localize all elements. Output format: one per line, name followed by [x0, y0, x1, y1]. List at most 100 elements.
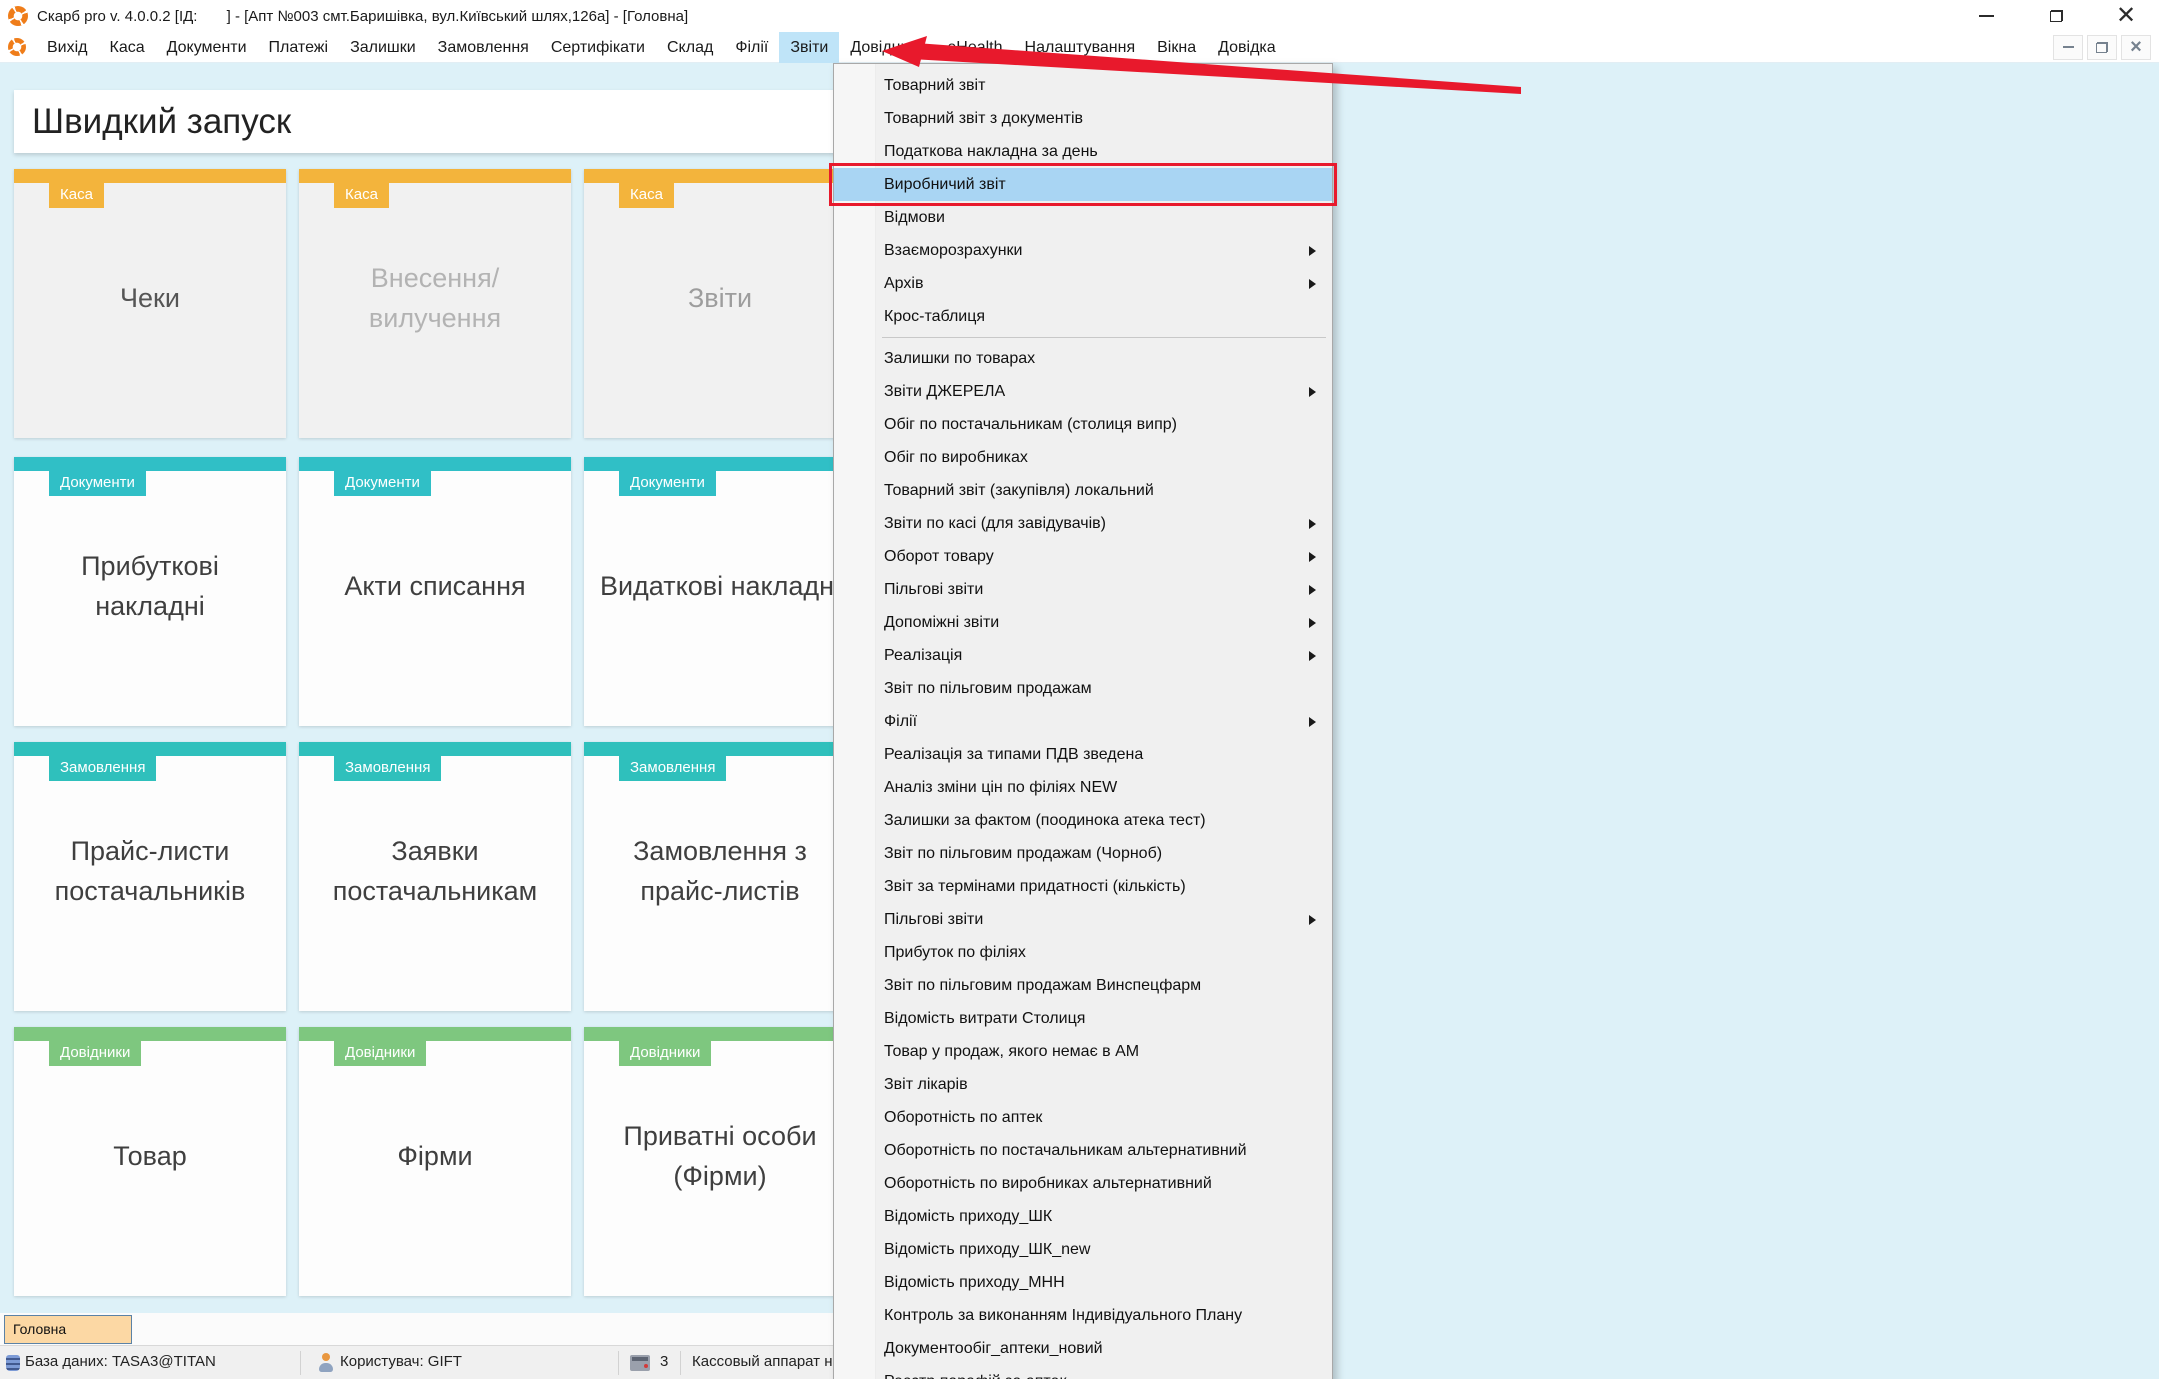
reports-menu-item[interactable]: Залишки за фактом (поодинока атека тест)	[834, 804, 1332, 837]
menubar-item-ehealth[interactable]: eHealth	[936, 32, 1013, 63]
quick-launch-tile[interactable]: ДовідникиТовар	[14, 1027, 286, 1296]
menu-separator	[834, 333, 1332, 342]
reports-menu-item[interactable]: Аналіз зміни цін по філіях NEW	[834, 771, 1332, 804]
menubar-item-cash[interactable]: Каса	[99, 32, 156, 63]
tile-label: Чеки	[28, 183, 272, 414]
tile-category-bar	[584, 457, 856, 471]
cash-register-count: 3	[660, 1353, 668, 1370]
quick-launch-tile[interactable]: ЗамовленняЗаявки постачальникам	[299, 742, 571, 1011]
quick-launch-tile[interactable]: ЗамовленняПрайс-листи постачальників	[14, 742, 286, 1011]
reports-menu-item[interactable]: Залишки по товарах	[834, 342, 1332, 375]
mdi-window-controls: ×	[2053, 35, 2159, 60]
reports-menu-item[interactable]: Відомість приходу_ШК_new	[834, 1233, 1332, 1266]
menubar-item-settings[interactable]: Налаштування	[1014, 32, 1147, 63]
reports-menu-item[interactable]: Реалізація за типами ПДВ зведена	[834, 738, 1332, 771]
quick-launch-tile[interactable]: КасаЗвіти	[584, 169, 856, 438]
reports-menu-item[interactable]: Товарний звіт з документів	[834, 102, 1332, 135]
app-logo-icon	[8, 6, 28, 26]
reports-menu-item[interactable]: Оборотність по аптек	[834, 1101, 1332, 1134]
reports-menu-item[interactable]: Товарний звіт (закупівля) локальний	[834, 474, 1332, 507]
quick-launch-tile[interactable]: ДовідникиПриватні особи (Фірми)	[584, 1027, 856, 1296]
reports-menu-item[interactable]: Прибуток по філіях	[834, 936, 1332, 969]
reports-menu-item[interactable]: Реєстр парафій за аптек	[834, 1365, 1332, 1379]
menubar-item-help[interactable]: Довідка	[1207, 32, 1287, 63]
reports-menu-item[interactable]: Взаєморозрахунки	[834, 234, 1332, 267]
quick-launch-tile[interactable]: КасаЧеки	[14, 169, 286, 438]
menubar-item-orders[interactable]: Замовлення	[427, 32, 540, 63]
window-controls: ✕	[1977, 0, 2135, 32]
quick-launch-tile[interactable]: КасаВнесення/вилучення	[299, 169, 571, 438]
reports-menu-item-selected[interactable]: Виробничий звіт	[834, 168, 1332, 201]
cash-register-status: Кассовый аппарат не	[692, 1353, 841, 1370]
mdi-minimize-button[interactable]	[2053, 35, 2083, 60]
tile-label: Прибуткові накладні	[28, 471, 272, 702]
reports-menu-item[interactable]: Податкова накладна за день	[834, 135, 1332, 168]
reports-menu-item[interactable]: Товарний звіт	[834, 69, 1332, 102]
mdi-restore-button[interactable]	[2087, 35, 2117, 60]
quick-launch-tile[interactable]: ДокументиАкти списання	[299, 457, 571, 726]
tile-label: Звіти	[598, 183, 842, 414]
menu-bar-items: ВихідКасаДокументиПлатежіЗалишкиЗамовлен…	[36, 32, 1287, 63]
submenu-arrow-icon	[1309, 246, 1316, 256]
reports-menu-item[interactable]: Відомість витрати Столиця	[834, 1002, 1332, 1035]
tile-category-bar	[584, 742, 856, 756]
menubar-item-payments[interactable]: Платежі	[258, 32, 340, 63]
statusbar-separator	[300, 1351, 301, 1375]
user-status: Користувач: GIFT	[340, 1353, 462, 1370]
close-button[interactable]: ✕	[2117, 5, 2135, 27]
menubar-item-exit[interactable]: Вихід	[36, 32, 99, 63]
reports-menu-item[interactable]: Звіти ДЖЕРЕЛА	[834, 375, 1332, 408]
app-logo-icon	[8, 38, 26, 56]
tile-label: Видаткові накладні	[598, 471, 842, 702]
restore-button[interactable]	[2047, 5, 2065, 27]
menubar-item-stocks[interactable]: Залишки	[339, 32, 427, 63]
database-status: База даних: TASA3@TITAN	[25, 1353, 216, 1370]
reports-menu-item[interactable]: Пільгові звіти	[834, 573, 1332, 606]
reports-menu-item[interactable]: Документообіг_аптеки_новий	[834, 1332, 1332, 1365]
menubar-item-reports[interactable]: Звіти	[779, 32, 839, 63]
tab-holovna[interactable]: Головна	[4, 1315, 132, 1344]
quick-launch-tile[interactable]: ДокументиПрибуткові накладні	[14, 457, 286, 726]
reports-menu-item[interactable]: Реалізація	[834, 639, 1332, 672]
quick-launch-tile[interactable]: ДовідникиФірми	[299, 1027, 571, 1296]
reports-menu-item[interactable]: Звіт по пільговим продажам (Чорноб)	[834, 837, 1332, 870]
submenu-arrow-icon	[1309, 717, 1316, 727]
minimize-icon	[2063, 46, 2074, 48]
tile-label: Фірми	[313, 1041, 557, 1272]
reports-menu-item[interactable]: Обіг по постачальникам (столиця випр)	[834, 408, 1332, 441]
menubar-item-windows[interactable]: Вікна	[1146, 32, 1207, 63]
reports-menu-item[interactable]: Звіт по пільговим продажам Винспецфарм	[834, 969, 1332, 1002]
reports-menu-item[interactable]: Звіт лікарів	[834, 1068, 1332, 1101]
reports-menu-item[interactable]: Звіт по пільговим продажам	[834, 672, 1332, 705]
reports-menu-item[interactable]: Допоміжні звіти	[834, 606, 1332, 639]
reports-menu-item[interactable]: Обіг по виробниках	[834, 441, 1332, 474]
reports-menu-item[interactable]: Крос-таблиця	[834, 300, 1332, 333]
tile-category-bar	[14, 1027, 286, 1041]
quick-launch-tile[interactable]: ДокументиВидаткові накладні	[584, 457, 856, 726]
menubar-item-documents[interactable]: Документи	[156, 32, 258, 63]
reports-menu-item[interactable]: Відмови	[834, 201, 1332, 234]
reports-menu-item[interactable]: Контроль за виконанням Індивідуального П…	[834, 1299, 1332, 1332]
menubar-item-warehouse[interactable]: Склад	[656, 32, 724, 63]
reports-menu-item[interactable]: Архів	[834, 267, 1332, 300]
minimize-button[interactable]	[1977, 5, 1995, 27]
reports-menu-item[interactable]: Товар у продаж, якого немає в АМ	[834, 1035, 1332, 1068]
reports-menu-item[interactable]: Філії	[834, 705, 1332, 738]
tile-label: Замовлення з прайс-листів	[598, 756, 842, 987]
reports-menu-item[interactable]: Відомість приходу_МНН	[834, 1266, 1332, 1299]
reports-menu-item[interactable]: Оборотність по виробниках альтернативний	[834, 1167, 1332, 1200]
menubar-item-directories[interactable]: Довідники	[839, 32, 936, 63]
tile-label: Заявки постачальникам	[313, 756, 557, 987]
menubar-item-branches[interactable]: Філії	[724, 32, 779, 63]
mdi-close-button[interactable]: ×	[2121, 35, 2151, 60]
reports-menu-item[interactable]: Звіти по касі (для завідувачів)	[834, 507, 1332, 540]
minimize-icon	[1979, 15, 1994, 17]
reports-menu-item[interactable]: Відомість приходу_ШК	[834, 1200, 1332, 1233]
submenu-arrow-icon	[1309, 519, 1316, 529]
reports-menu-item[interactable]: Звіт за термінами придатності (кількість…	[834, 870, 1332, 903]
menubar-item-certificates[interactable]: Сертифікати	[540, 32, 656, 63]
reports-menu-item[interactable]: Оборотність по постачальникам альтернати…	[834, 1134, 1332, 1167]
reports-menu-item[interactable]: Оборот товару	[834, 540, 1332, 573]
reports-menu-item[interactable]: Пільгові звіти	[834, 903, 1332, 936]
quick-launch-tile[interactable]: ЗамовленняЗамовлення з прайс-листів	[584, 742, 856, 1011]
